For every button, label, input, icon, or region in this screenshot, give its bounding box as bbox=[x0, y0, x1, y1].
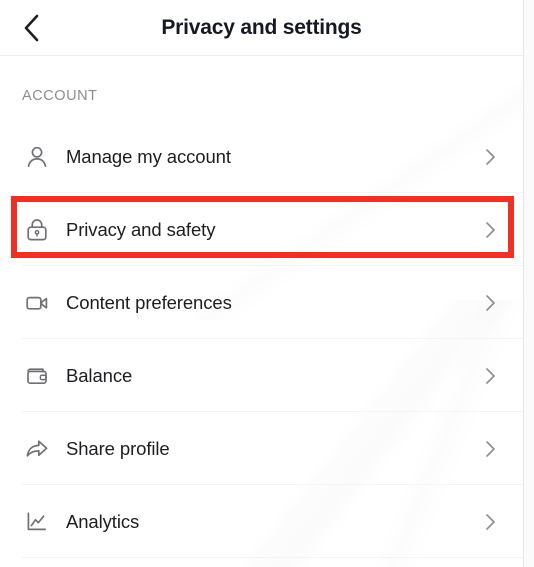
chevron-right-icon bbox=[480, 147, 500, 167]
chevron-right-icon bbox=[480, 220, 500, 240]
person-icon bbox=[22, 142, 52, 172]
page-edge-border bbox=[523, 0, 524, 567]
list-item-label: Privacy and safety bbox=[66, 218, 216, 240]
lock-icon bbox=[22, 215, 52, 245]
section-header-account: ACCOUNT bbox=[22, 88, 98, 104]
list-item-label: Balance bbox=[66, 364, 133, 386]
video-camera-icon bbox=[22, 288, 52, 318]
settings-list: Manage my account Privacy and safety Con… bbox=[0, 120, 523, 558]
list-item-label: Share profile bbox=[66, 437, 170, 459]
page-edge-fill bbox=[524, 0, 534, 567]
list-item-privacy-and-safety[interactable]: Privacy and safety bbox=[0, 193, 523, 266]
page-title: Privacy and settings bbox=[161, 16, 362, 39]
chevron-right-icon bbox=[480, 366, 500, 386]
wallet-icon bbox=[22, 361, 52, 391]
share-arrow-icon bbox=[22, 434, 52, 464]
list-item-label: Analytics bbox=[66, 510, 140, 532]
chevron-right-icon bbox=[480, 293, 500, 313]
list-item-manage-my-account[interactable]: Manage my account bbox=[0, 120, 523, 193]
chevron-right-icon bbox=[480, 439, 500, 459]
privacy-and-settings-screen: Privacy and settings ACCOUNT Manage my a… bbox=[0, 0, 534, 567]
list-item-label: Manage my account bbox=[66, 145, 231, 167]
list-item-share-profile[interactable]: Share profile bbox=[0, 412, 523, 485]
list-item-content-preferences[interactable]: Content preferences bbox=[0, 266, 523, 339]
app-header: Privacy and settings bbox=[0, 0, 523, 56]
list-item-label: Content preferences bbox=[66, 291, 232, 313]
list-item-analytics[interactable]: Analytics bbox=[0, 485, 523, 558]
row-divider bbox=[22, 557, 523, 558]
chevron-right-icon bbox=[480, 512, 500, 532]
list-item-balance[interactable]: Balance bbox=[0, 339, 523, 412]
line-chart-icon bbox=[22, 507, 52, 537]
